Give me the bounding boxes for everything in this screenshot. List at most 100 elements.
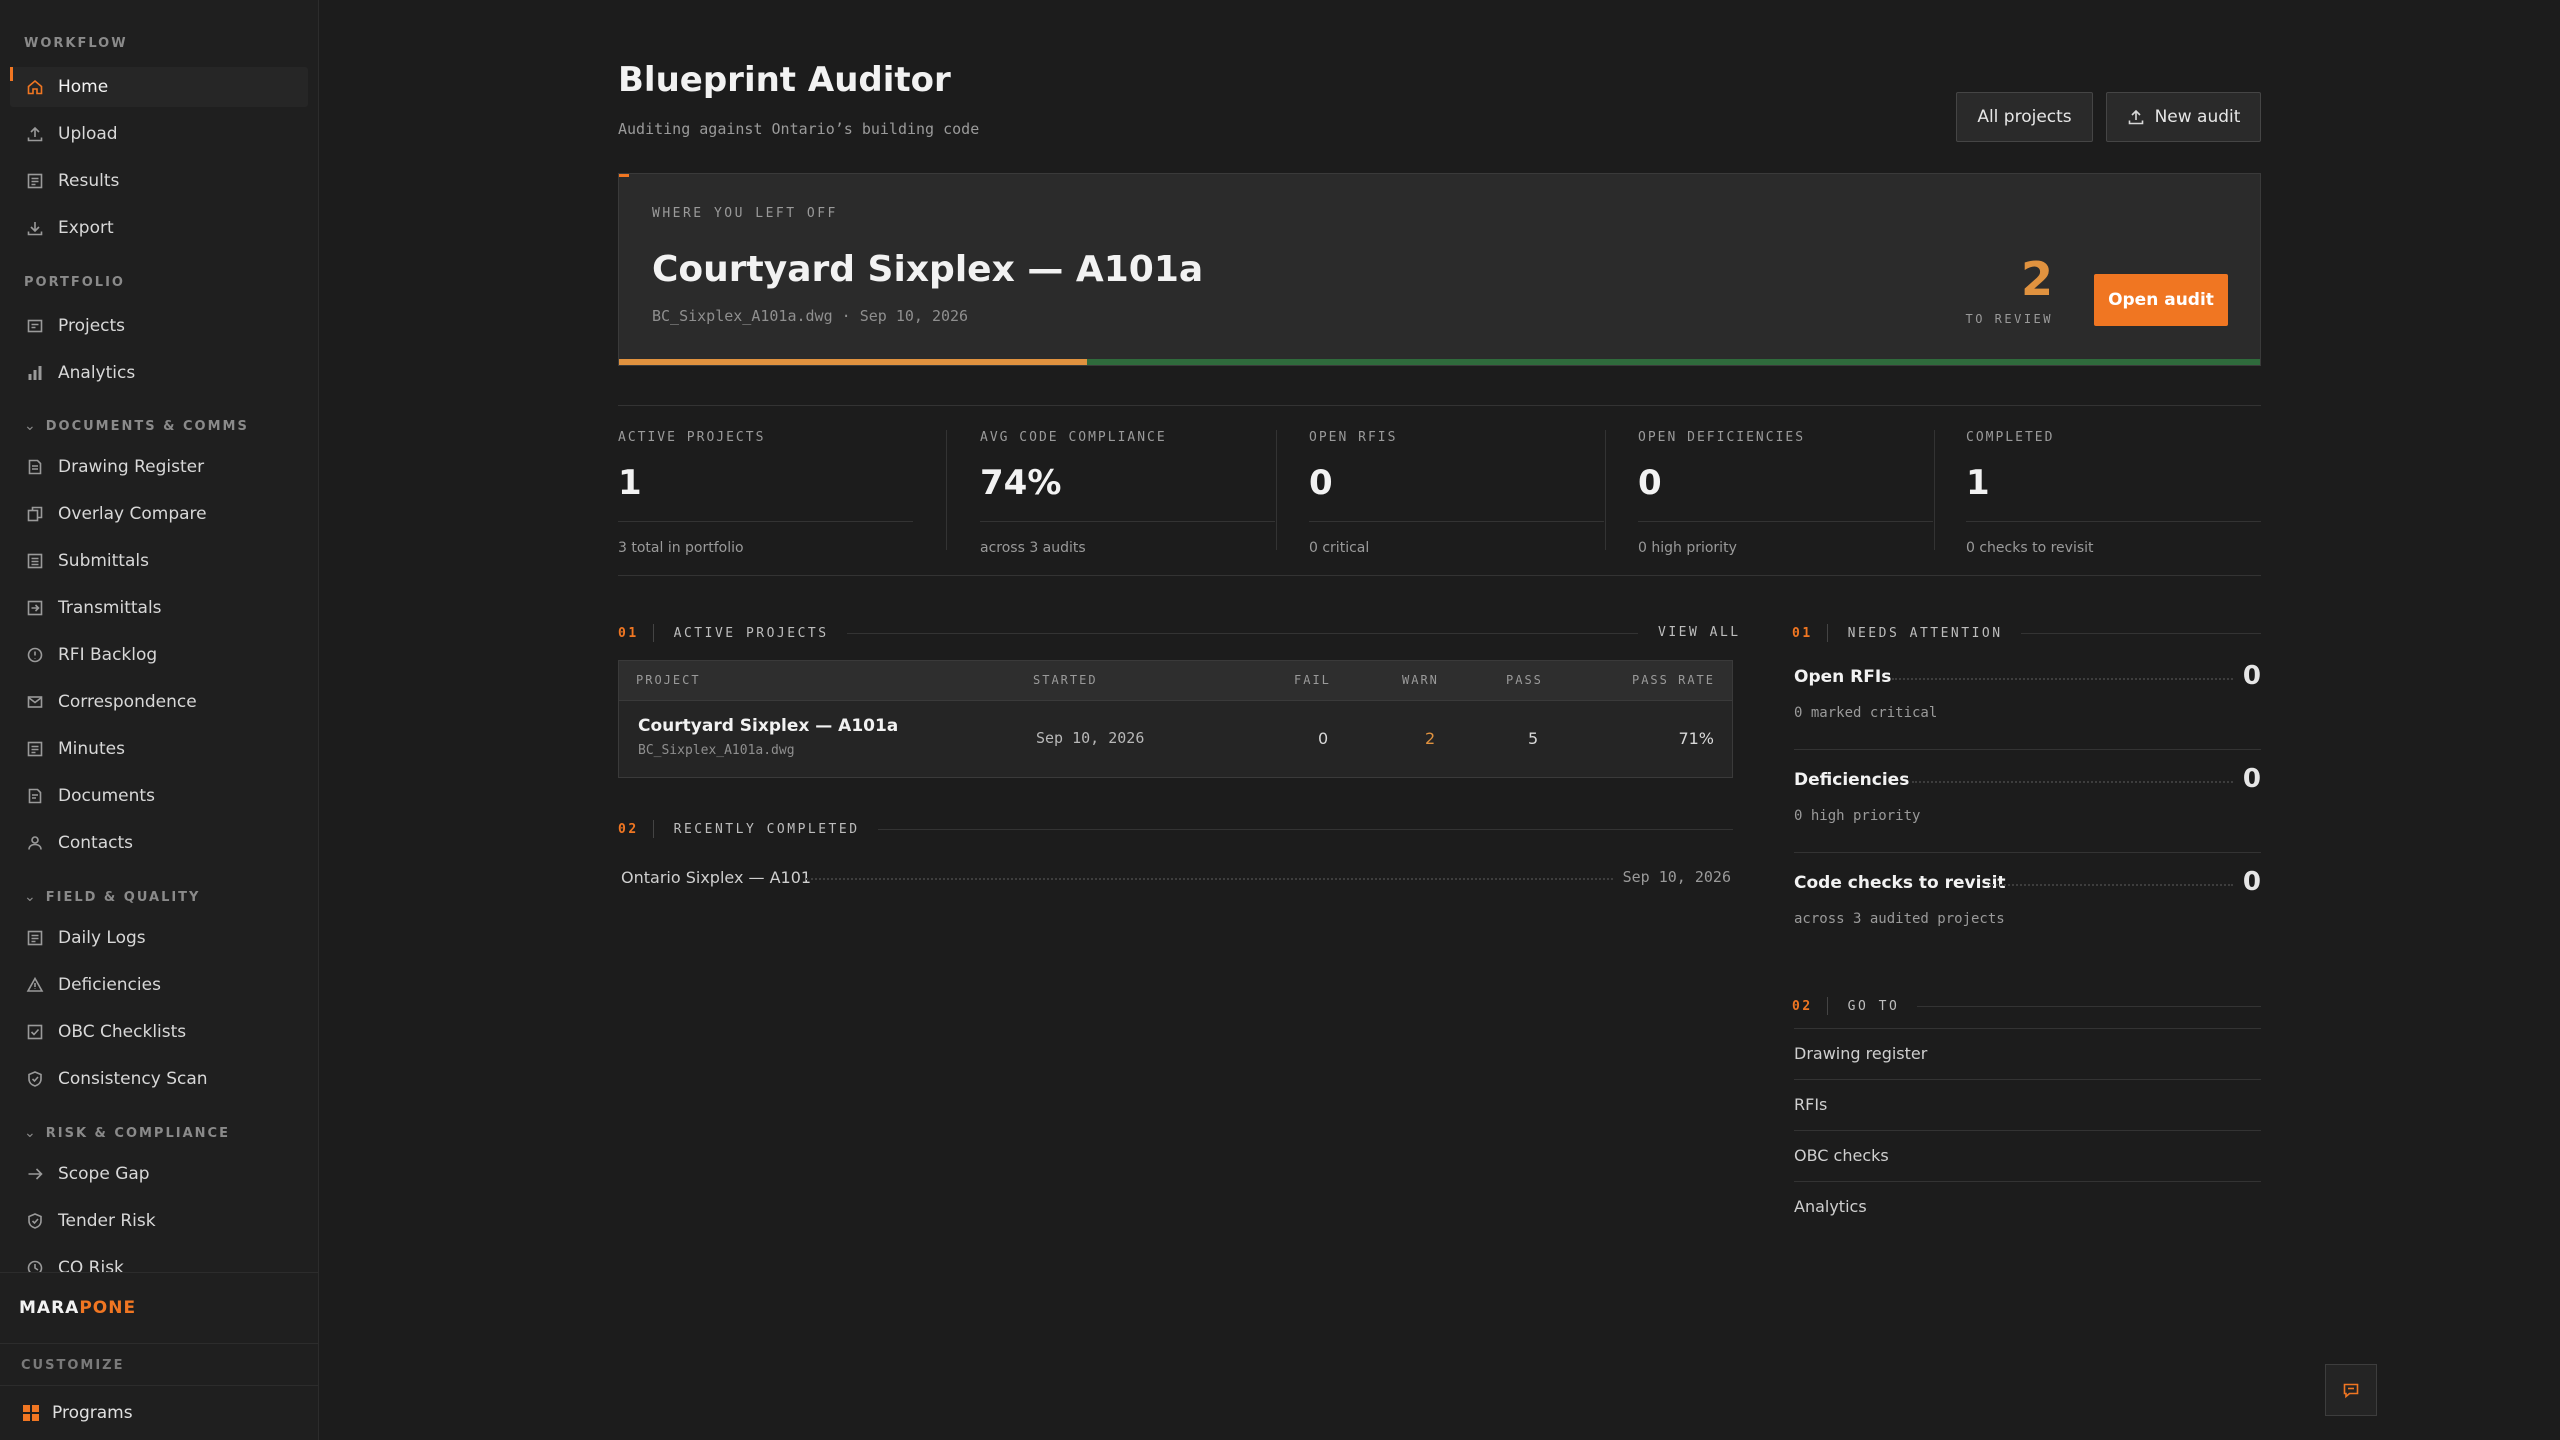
sidebar-item-daily-logs[interactable]: Daily Logs [10, 918, 308, 958]
table-header: PROJECT STARTED FAIL WARN PASS PASS RATE [619, 661, 1732, 701]
goto-drawing-register-link[interactable]: Drawing register [1794, 1028, 2261, 1079]
section-label: PORTFOLIO [24, 275, 125, 290]
sidebar-item-contacts[interactable]: Contacts [10, 823, 308, 863]
column-header-warn[interactable]: WARN [1402, 673, 1439, 687]
section-field-quality[interactable]: ⌄ FIELD & QUALITY [24, 889, 200, 905]
download-icon [26, 219, 44, 237]
sidebar-item-deficiencies[interactable]: Deficiencies [10, 965, 308, 1005]
sidebar-item-projects[interactable]: Projects [10, 306, 308, 346]
programs-button[interactable]: Programs [0, 1385, 318, 1440]
project-warn-count: 2 [1425, 729, 1436, 748]
sidebar-item-scope-gap[interactable]: Scope Gap [10, 1154, 308, 1194]
sidebar-item-drawing-register[interactable]: Drawing Register [10, 447, 308, 487]
attention-title: Open RFIs [1794, 667, 1892, 687]
sidebar-item-rfi-backlog[interactable]: RFI Backlog [10, 635, 308, 675]
section-rule [877, 828, 1733, 830]
section-rule [2020, 632, 2261, 634]
kpi-active-projects: ACTIVE PROJECTS 1 3 total in portfolio [618, 430, 918, 556]
attention-code-checks[interactable]: Code checks to revisit 0 across 3 audite… [1794, 853, 2261, 956]
open-audit-button[interactable]: Open audit [2094, 274, 2228, 326]
column-header-pass-rate[interactable]: PASS RATE [1632, 673, 1715, 687]
column-header-fail[interactable]: FAIL [1294, 673, 1331, 687]
section-documents[interactable]: ⌄ DOCUMENTS & COMMS [24, 418, 249, 434]
chevron-down-icon: ⌄ [24, 418, 38, 434]
sidebar-item-transmittals[interactable]: Transmittals [10, 588, 308, 628]
sidebar-item-results[interactable]: Results [10, 161, 308, 201]
warning-icon [26, 976, 44, 994]
sidebar-item-home[interactable]: Home [10, 67, 308, 107]
goto-obc-checks-link[interactable]: OBC checks [1794, 1130, 2261, 1181]
kpi-label: OPEN RFIS [1309, 430, 1398, 445]
audit-progress-fill [619, 359, 1087, 365]
sidebar-item-correspondence[interactable]: Correspondence [10, 682, 308, 722]
completed-item-name: Ontario Sixplex — A101 [621, 868, 812, 887]
project-file: BC_Sixplex_A101a.dwg [638, 743, 795, 758]
log-icon [26, 929, 44, 947]
dotted-leader [1892, 678, 2233, 680]
brand-logo: MARA PONE [0, 1272, 318, 1344]
grid-icon [22, 1404, 40, 1422]
attention-title: Code checks to revisit [1794, 873, 2006, 893]
completed-item[interactable]: Ontario Sixplex — A101 Sep 10, 2026 [621, 868, 1731, 892]
sidebar-item-analytics[interactable]: Analytics [10, 353, 308, 393]
resume-project-title[interactable]: Courtyard Sixplex — A101a [652, 249, 1203, 290]
sidebar-item-obc-checklists[interactable]: OBC Checklists [10, 1012, 308, 1052]
sidebar-item-label: OBC Checklists [58, 1022, 187, 1042]
needs-attention-header: 01 NEEDS ATTENTION [1792, 624, 2261, 642]
sidebar-item-co-risk[interactable]: CO Risk [10, 1248, 308, 1272]
sidebar-item-tender-risk[interactable]: Tender Risk [10, 1201, 308, 1241]
resume-card: WHERE YOU LEFT OFF Courtyard Sixplex — A… [618, 173, 2261, 366]
section-number: 02 [1792, 998, 1813, 1014]
column-header-pass[interactable]: PASS [1506, 673, 1543, 687]
attention-deficiencies[interactable]: Deficiencies 0 0 high priority [1794, 750, 2261, 853]
submittal-icon [26, 552, 44, 570]
attention-title: Deficiencies [1794, 770, 1910, 790]
kpi-value: 74% [980, 463, 1062, 503]
section-bar [1826, 997, 1828, 1015]
section-bar [652, 820, 654, 838]
section-label: WORKFLOW [24, 36, 128, 51]
sidebar-item-export[interactable]: Export [10, 208, 308, 248]
column-header-started[interactable]: STARTED [1033, 673, 1098, 687]
divider [618, 575, 2261, 576]
goto-rfis-link[interactable]: RFIs [1794, 1079, 2261, 1130]
chat-button[interactable] [2325, 1364, 2377, 1416]
overlay-icon [26, 505, 44, 523]
dotted-leader [1912, 781, 2233, 783]
kpi-avg-code-compliance: AVG CODE COMPLIANCE 74% across 3 audits [980, 430, 1280, 556]
sidebar-item-label: Drawing Register [58, 457, 205, 477]
all-projects-button[interactable]: All projects [1956, 92, 2093, 142]
section-workflow: WORKFLOW [24, 36, 128, 51]
column-header-project[interactable]: PROJECT [636, 673, 701, 687]
section-title: GO TO [1847, 998, 1900, 1014]
divider [618, 405, 2261, 406]
sidebar-item-submittals[interactable]: Submittals [10, 541, 308, 581]
minutes-icon [26, 740, 44, 758]
sidebar-item-label: Results [58, 171, 120, 191]
kpi-subtext: 3 total in portfolio [618, 540, 744, 556]
sidebar-item-label: Minutes [58, 739, 125, 759]
sidebar-item-documents[interactable]: Documents [10, 776, 308, 816]
section-bar [1826, 624, 1828, 642]
sidebar-item-consistency-scan[interactable]: Consistency Scan [10, 1059, 308, 1099]
sidebar-nav[interactable]: WORKFLOW Home Upload Results Export PORT… [0, 0, 318, 1272]
new-audit-button[interactable]: New audit [2106, 92, 2261, 142]
chevron-down-icon: ⌄ [24, 1125, 38, 1141]
shield-check-icon [26, 1070, 44, 1088]
project-started: Sep 10, 2026 [1036, 729, 1145, 747]
sidebar-item-minutes[interactable]: Minutes [10, 729, 308, 769]
goto-analytics-link[interactable]: Analytics [1794, 1181, 2261, 1232]
kpi-subtext: across 3 audits [980, 540, 1086, 556]
sidebar-item-overlay-compare[interactable]: Overlay Compare [10, 494, 308, 534]
sidebar-item-upload[interactable]: Upload [10, 114, 308, 154]
attention-open-rfis[interactable]: Open RFIs 0 0 marked critical [1794, 647, 2261, 750]
home-icon [26, 78, 44, 96]
brand-name-accent: PONE [79, 1298, 137, 1318]
project-name: Courtyard Sixplex — A101a [638, 716, 899, 736]
sidebar-item-label: Transmittals [58, 598, 162, 618]
dotted-leader [1989, 884, 2233, 886]
document-icon [26, 458, 44, 476]
view-all-link[interactable]: VIEW ALL [1658, 625, 1741, 640]
section-risk-compliance[interactable]: ⌄ RISK & COMPLIANCE [24, 1125, 230, 1141]
attention-subtext: across 3 audited projects [1794, 911, 2005, 927]
